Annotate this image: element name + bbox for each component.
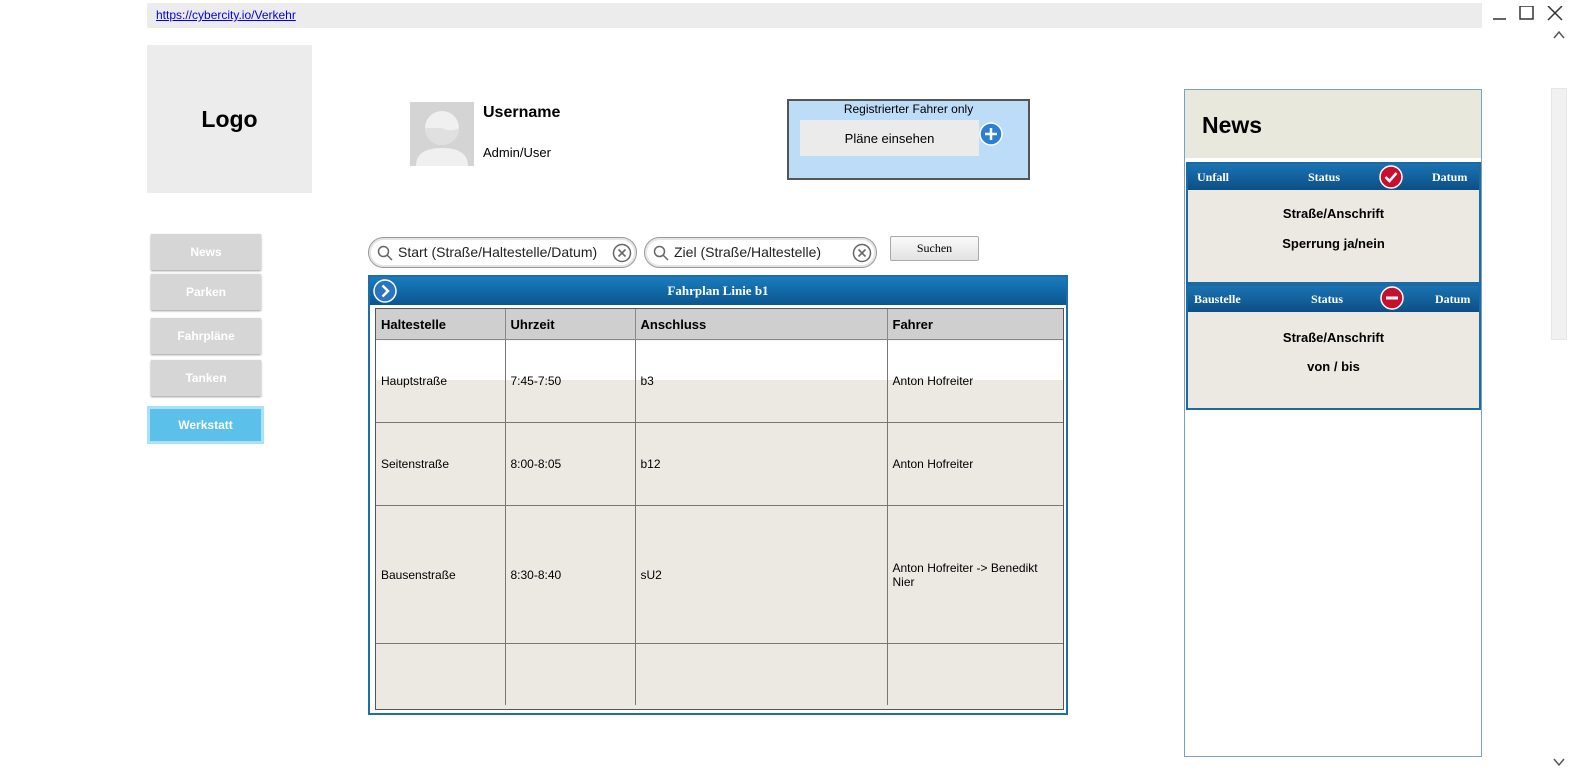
- table-cell: Anton Hofreiter: [887, 422, 1063, 506]
- url-link[interactable]: https://cybercity.io/Verkehr: [156, 8, 296, 22]
- table-cell: [376, 643, 506, 705]
- table-cell: b12: [635, 422, 888, 506]
- table-cell: 8:00-8:05: [505, 422, 636, 506]
- registered-driver-box: Registrierter Fahrer only Pläne einsehen: [787, 99, 1030, 180]
- view-plans-button[interactable]: Pläne einsehen: [800, 120, 979, 156]
- schedule-title: Fahrplan Linie b1: [370, 277, 1066, 305]
- ziel-search-field[interactable]: Ziel (Straße/Haltestelle): [644, 237, 877, 268]
- table-row[interactable]: [376, 643, 1063, 706]
- logo: Logo: [147, 45, 312, 193]
- registered-title: Registrierter Fahrer only: [843, 102, 974, 116]
- scroll-thumb[interactable]: [1551, 88, 1567, 340]
- table-cell: [505, 643, 636, 705]
- news-card-accident[interactable]: Unfall Status Datum Straße/Anschrift Spe…: [1186, 162, 1481, 284]
- nav-item-tanken[interactable]: Tanken: [151, 360, 261, 396]
- card-detail: von / bis: [1307, 359, 1360, 374]
- search-icon: [653, 245, 669, 261]
- clear-icon[interactable]: [612, 243, 632, 263]
- card-status-label: Status: [1311, 292, 1344, 306]
- nav-item-parken[interactable]: Parken: [151, 274, 261, 310]
- username: Username: [483, 104, 561, 121]
- card-date-label: Datum: [1435, 292, 1471, 306]
- table-cell: [635, 643, 888, 705]
- clear-icon[interactable]: [852, 243, 872, 263]
- table-cell: Anton Hofreiter -> Benedikt Nier: [887, 505, 1063, 644]
- search-icon: [377, 245, 393, 261]
- ziel-search-input[interactable]: Ziel (Straße/Haltestelle): [674, 244, 821, 260]
- table-row[interactable]: Seitenstraße 8:00-8:05 b12 Anton Hofreit…: [376, 422, 1063, 506]
- column-header: Haltestelle: [376, 309, 506, 340]
- column-header: Anschluss: [635, 309, 888, 340]
- table-row[interactable]: Hauptstraße 7:45-7:50 b3 Anton Hofreiter: [376, 339, 1063, 423]
- table-cell: Hauptstraße: [376, 339, 506, 423]
- nav-item-news[interactable]: News: [151, 234, 261, 270]
- plus-icon[interactable]: [979, 122, 1003, 146]
- table-cell: Anton Hofreiter: [887, 339, 1063, 423]
- card-type: Unfall: [1197, 170, 1230, 184]
- news-title: News: [1202, 112, 1263, 138]
- scroll-up-icon[interactable]: [1553, 30, 1565, 40]
- card-detail: Sperrung ja/nein: [1282, 236, 1385, 251]
- table-row[interactable]: Bausenstraße 8:30-8:40 sU2 Anton Hofreit…: [376, 505, 1063, 644]
- check-icon: [1379, 165, 1403, 189]
- news-header: News: [1185, 90, 1481, 158]
- user-role: Admin/User: [483, 145, 551, 160]
- card-header: Unfall Status Datum: [1188, 164, 1479, 190]
- avatar: [410, 102, 474, 166]
- table-cell: sU2: [635, 505, 888, 644]
- maximize-icon: [1519, 6, 1534, 20]
- start-search-input[interactable]: Start (Straße/Haltestelle/Datum): [398, 244, 597, 260]
- card-status-label: Status: [1308, 170, 1341, 184]
- news-card-construction[interactable]: Baustelle Status Datum Straße/Anschrift …: [1186, 284, 1481, 410]
- card-address: Straße/Anschrift: [1282, 330, 1385, 345]
- minus-icon: [1380, 286, 1404, 310]
- card-date-label: Datum: [1432, 170, 1468, 184]
- column-header: Fahrer: [887, 309, 1063, 340]
- search-button[interactable]: Suchen: [890, 236, 979, 261]
- nav-item-fahrplaene[interactable]: Fahrpläne: [151, 318, 261, 354]
- column-header: Uhrzeit: [505, 309, 636, 340]
- user-avatar-icon: [410, 102, 474, 166]
- schedule-panel: Fahrplan Linie b1 Haltestelle Uhrzeit An…: [368, 275, 1068, 715]
- card-header: Baustelle Status Datum: [1188, 286, 1479, 312]
- close-icon: [1547, 6, 1563, 21]
- address-bar[interactable]: https://cybercity.io/Verkehr: [147, 3, 1482, 28]
- schedule-table: Haltestelle Uhrzeit Anschluss Fahrer Hau…: [376, 309, 1063, 705]
- chevron-right-icon[interactable]: [373, 279, 397, 303]
- table-header-row: Haltestelle Uhrzeit Anschluss Fahrer: [376, 309, 1063, 340]
- schedule-table-container: Haltestelle Uhrzeit Anschluss Fahrer Hau…: [375, 308, 1064, 710]
- start-search-field[interactable]: Start (Straße/Haltestelle/Datum): [368, 237, 637, 268]
- table-cell: b3: [635, 339, 888, 423]
- table-cell: Seitenstraße: [376, 422, 506, 506]
- table-cell: 8:30-8:40: [505, 505, 636, 644]
- card-type: Baustelle: [1194, 292, 1241, 306]
- table-cell: Bausenstraße: [376, 505, 506, 644]
- card-address: Straße/Anschrift: [1282, 206, 1385, 221]
- table-cell: 7:45-7:50: [505, 339, 636, 423]
- scroll-down-icon[interactable]: [1553, 757, 1565, 767]
- nav-item-werkstatt[interactable]: Werkstatt: [147, 406, 264, 444]
- table-cell: [887, 644, 1063, 706]
